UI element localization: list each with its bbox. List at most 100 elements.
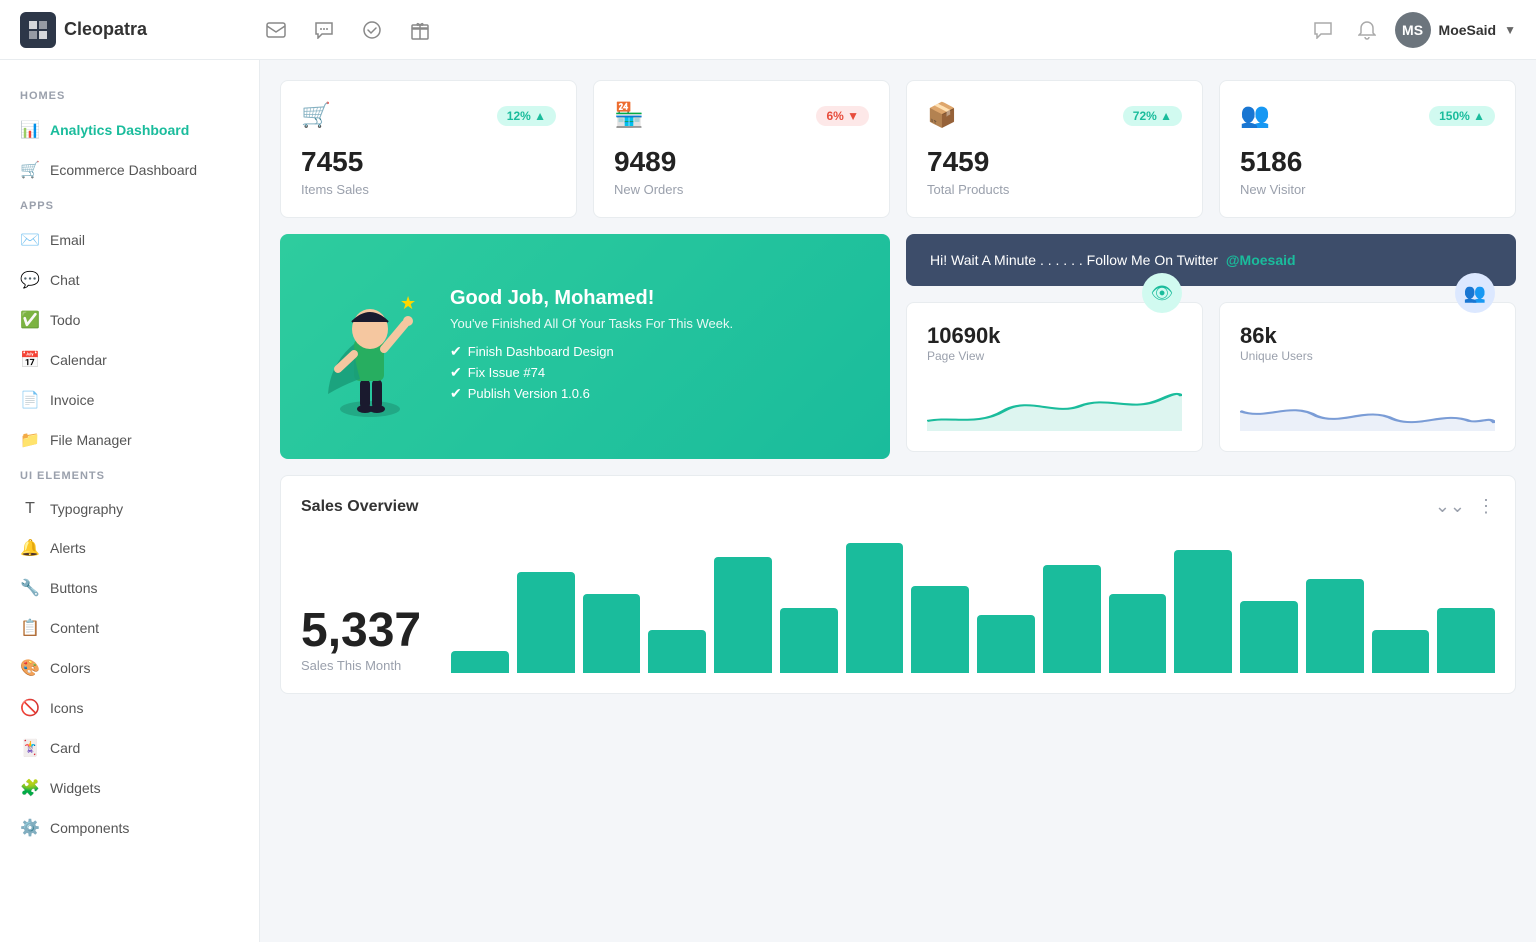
sparkline-unique-users xyxy=(1240,381,1495,431)
sidebar-item-icons[interactable]: 🚫Icons xyxy=(0,688,259,728)
metric-icon-page-view: 👁 xyxy=(1142,273,1182,313)
sidebar-item-widgets[interactable]: 🧩 Widgets xyxy=(0,768,259,808)
sidebar-item-label: Widgets xyxy=(50,780,101,796)
metric-card-page-view: 10690k Page View 👁 xyxy=(906,302,1203,452)
stat-badge-new-orders: 6% ▼ xyxy=(816,106,869,126)
sidebar-item-ecommerce-dashboard[interactable]: 🛒Ecommerce Dashboard xyxy=(0,150,259,190)
hero-subtitle: You've Finished All Of Your Tasks For Th… xyxy=(450,316,733,331)
sidebar-item-label: Invoice xyxy=(50,392,94,408)
stat-card-total-products: 📦 72% ▲ 7459 Total Products xyxy=(906,80,1203,218)
checklist-item: ✔ Fix Issue #74 xyxy=(450,364,733,381)
app-name: Cleopatra xyxy=(64,19,147,40)
sales-label: Sales This Month xyxy=(301,658,421,673)
sidebar-item-label: Email xyxy=(50,232,85,248)
sidebar-item-calendar[interactable]: 📅Calendar xyxy=(0,340,259,380)
more-options-icon[interactable]: ⋮ xyxy=(1477,496,1495,517)
sidebar-item-label: Components xyxy=(50,820,129,836)
sidebar-item-typography[interactable]: TTypography xyxy=(0,490,259,528)
sidebar-icon-file-manager: 📁 xyxy=(20,430,40,450)
sales-content: 5,337 Sales This Month xyxy=(301,533,1495,673)
sales-overview-title: Sales Overview xyxy=(301,498,418,516)
stat-card-new-visitor: 👥 150% ▲ 5186 New Visitor xyxy=(1219,80,1516,218)
check-icon: ✔ xyxy=(450,385,462,402)
sidebar-item-content[interactable]: 📋 Content xyxy=(0,608,259,648)
chart-bar xyxy=(1437,608,1495,673)
sidebar-icon-widgets: 🧩 xyxy=(20,778,40,798)
sidebar-item-label: Todo xyxy=(50,312,80,328)
stat-icon-items-sales: 🛒 xyxy=(301,101,331,130)
sidebar-item-analytics-dashboard[interactable]: 📊Analytics Dashboard xyxy=(0,110,259,150)
stat-cards: 🛒 12% ▲ 7455 Items Sales 🏪 6% ▼ 9489 New… xyxy=(280,80,1516,218)
notification-bell-icon[interactable] xyxy=(1351,14,1383,46)
chart-bar xyxy=(846,543,904,673)
hero-title: Good Job, Mohamed! xyxy=(450,287,733,310)
stat-card-header: 🛒 12% ▲ xyxy=(301,101,556,130)
chart-bar xyxy=(911,586,969,673)
sidebar-item-label: Chat xyxy=(50,272,80,288)
nav-gift-icon[interactable] xyxy=(404,14,436,46)
section-header: Sales Overview ⌄⌄ ⋮ xyxy=(301,496,1495,517)
sidebar-section-title: UI ELEMENTS xyxy=(0,470,259,490)
logo-icon xyxy=(20,12,56,48)
stat-value-new-orders: 9489 xyxy=(614,146,869,178)
stat-badge-total-products: 72% ▲ xyxy=(1123,106,1182,126)
sidebar-item-email[interactable]: ✉️ Email xyxy=(0,220,259,260)
notification-chat-icon[interactable] xyxy=(1307,14,1339,46)
collapse-icon[interactable]: ⌄⌄ xyxy=(1435,496,1465,517)
sidebar-item-label: Calendar xyxy=(50,352,107,368)
twitter-banner: Hi! Wait A Minute . . . . . . Follow Me … xyxy=(906,234,1516,286)
sidebar-item-label: File Manager xyxy=(50,432,132,448)
metric-icon-unique-users: 👥 xyxy=(1455,273,1495,313)
chart-bar xyxy=(1174,550,1232,673)
hero-card: ★ Good Job, Mohamed! You've Finished All… xyxy=(280,234,890,459)
stat-card-header: 👥 150% ▲ xyxy=(1240,101,1495,130)
metric-card-unique-users: 86k Unique Users 👥 xyxy=(1219,302,1516,452)
main-layout: HOMES📊Analytics Dashboard🛒Ecommerce Dash… xyxy=(0,60,1536,942)
stat-icon-new-orders: 🏪 xyxy=(614,101,644,130)
stat-badge-new-visitor: 150% ▲ xyxy=(1429,106,1495,126)
sidebar-icon-email: ✉️ xyxy=(20,230,40,250)
sidebar-item-label: Content xyxy=(50,620,99,636)
topnav: Cleopatra xyxy=(0,0,1536,60)
nav-check-icon[interactable] xyxy=(356,14,388,46)
chart-bar xyxy=(1306,579,1364,673)
section-actions: ⌄⌄ ⋮ xyxy=(1435,496,1495,517)
sidebar-icon-colors: 🎨 xyxy=(20,658,40,678)
sidebar-item-label: Card xyxy=(50,740,80,756)
right-column: Hi! Wait A Minute . . . . . . Follow Me … xyxy=(906,234,1516,459)
sidebar-icon-chat: 💬 xyxy=(20,270,40,290)
username: MoeSaid xyxy=(1439,22,1497,38)
sidebar-section-title: APPS xyxy=(0,200,259,220)
sidebar-item-chat[interactable]: 💬 Chat xyxy=(0,260,259,300)
sidebar-item-buttons[interactable]: 🔧Buttons xyxy=(0,568,259,608)
stat-value-new-visitor: 5186 xyxy=(1240,146,1495,178)
stat-card-new-orders: 🏪 6% ▼ 9489 New Orders xyxy=(593,80,890,218)
user-profile[interactable]: MS MoeSaid ▼ xyxy=(1395,12,1516,48)
nav-mail-icon[interactable] xyxy=(260,14,292,46)
stat-label-new-orders: New Orders xyxy=(614,182,869,197)
hero-illustration: ★ xyxy=(310,264,430,429)
stat-badge-items-sales: 12% ▲ xyxy=(497,106,556,126)
stat-icon-new-visitor: 👥 xyxy=(1240,101,1270,130)
sidebar-icon-ecommerce-dashboard: 🛒 xyxy=(20,160,40,180)
sidebar-item-todo[interactable]: ✅Todo xyxy=(0,300,259,340)
check-icon: ✔ xyxy=(450,343,462,360)
sidebar-item-label: Typography xyxy=(50,501,123,517)
sidebar-item-components[interactable]: ⚙️Components xyxy=(0,808,259,848)
sidebar-item-colors[interactable]: 🎨Colors xyxy=(0,648,259,688)
sales-number: 5,337 xyxy=(301,603,421,658)
sidebar-item-card[interactable]: 🃏Card xyxy=(0,728,259,768)
sidebar-item-label: Analytics Dashboard xyxy=(50,122,189,138)
sidebar-item-invoice[interactable]: 📄Invoice xyxy=(0,380,259,420)
stat-value-total-products: 7459 xyxy=(927,146,1182,178)
sidebar-icon-content: 📋 xyxy=(20,618,40,638)
stat-card-header: 🏪 6% ▼ xyxy=(614,101,869,130)
sidebar-item-file-manager[interactable]: 📁 File Manager xyxy=(0,420,259,460)
twitter-handle: @Moesaid xyxy=(1226,252,1296,268)
nav-chat-icon[interactable] xyxy=(308,14,340,46)
chart-bar xyxy=(1372,630,1430,673)
sidebar-item-alerts[interactable]: 🔔Alerts xyxy=(0,528,259,568)
main-content: 🛒 12% ▲ 7455 Items Sales 🏪 6% ▼ 9489 New… xyxy=(260,60,1536,942)
chart-bar xyxy=(648,630,706,673)
metric-value-unique-users: 86k xyxy=(1240,323,1313,349)
